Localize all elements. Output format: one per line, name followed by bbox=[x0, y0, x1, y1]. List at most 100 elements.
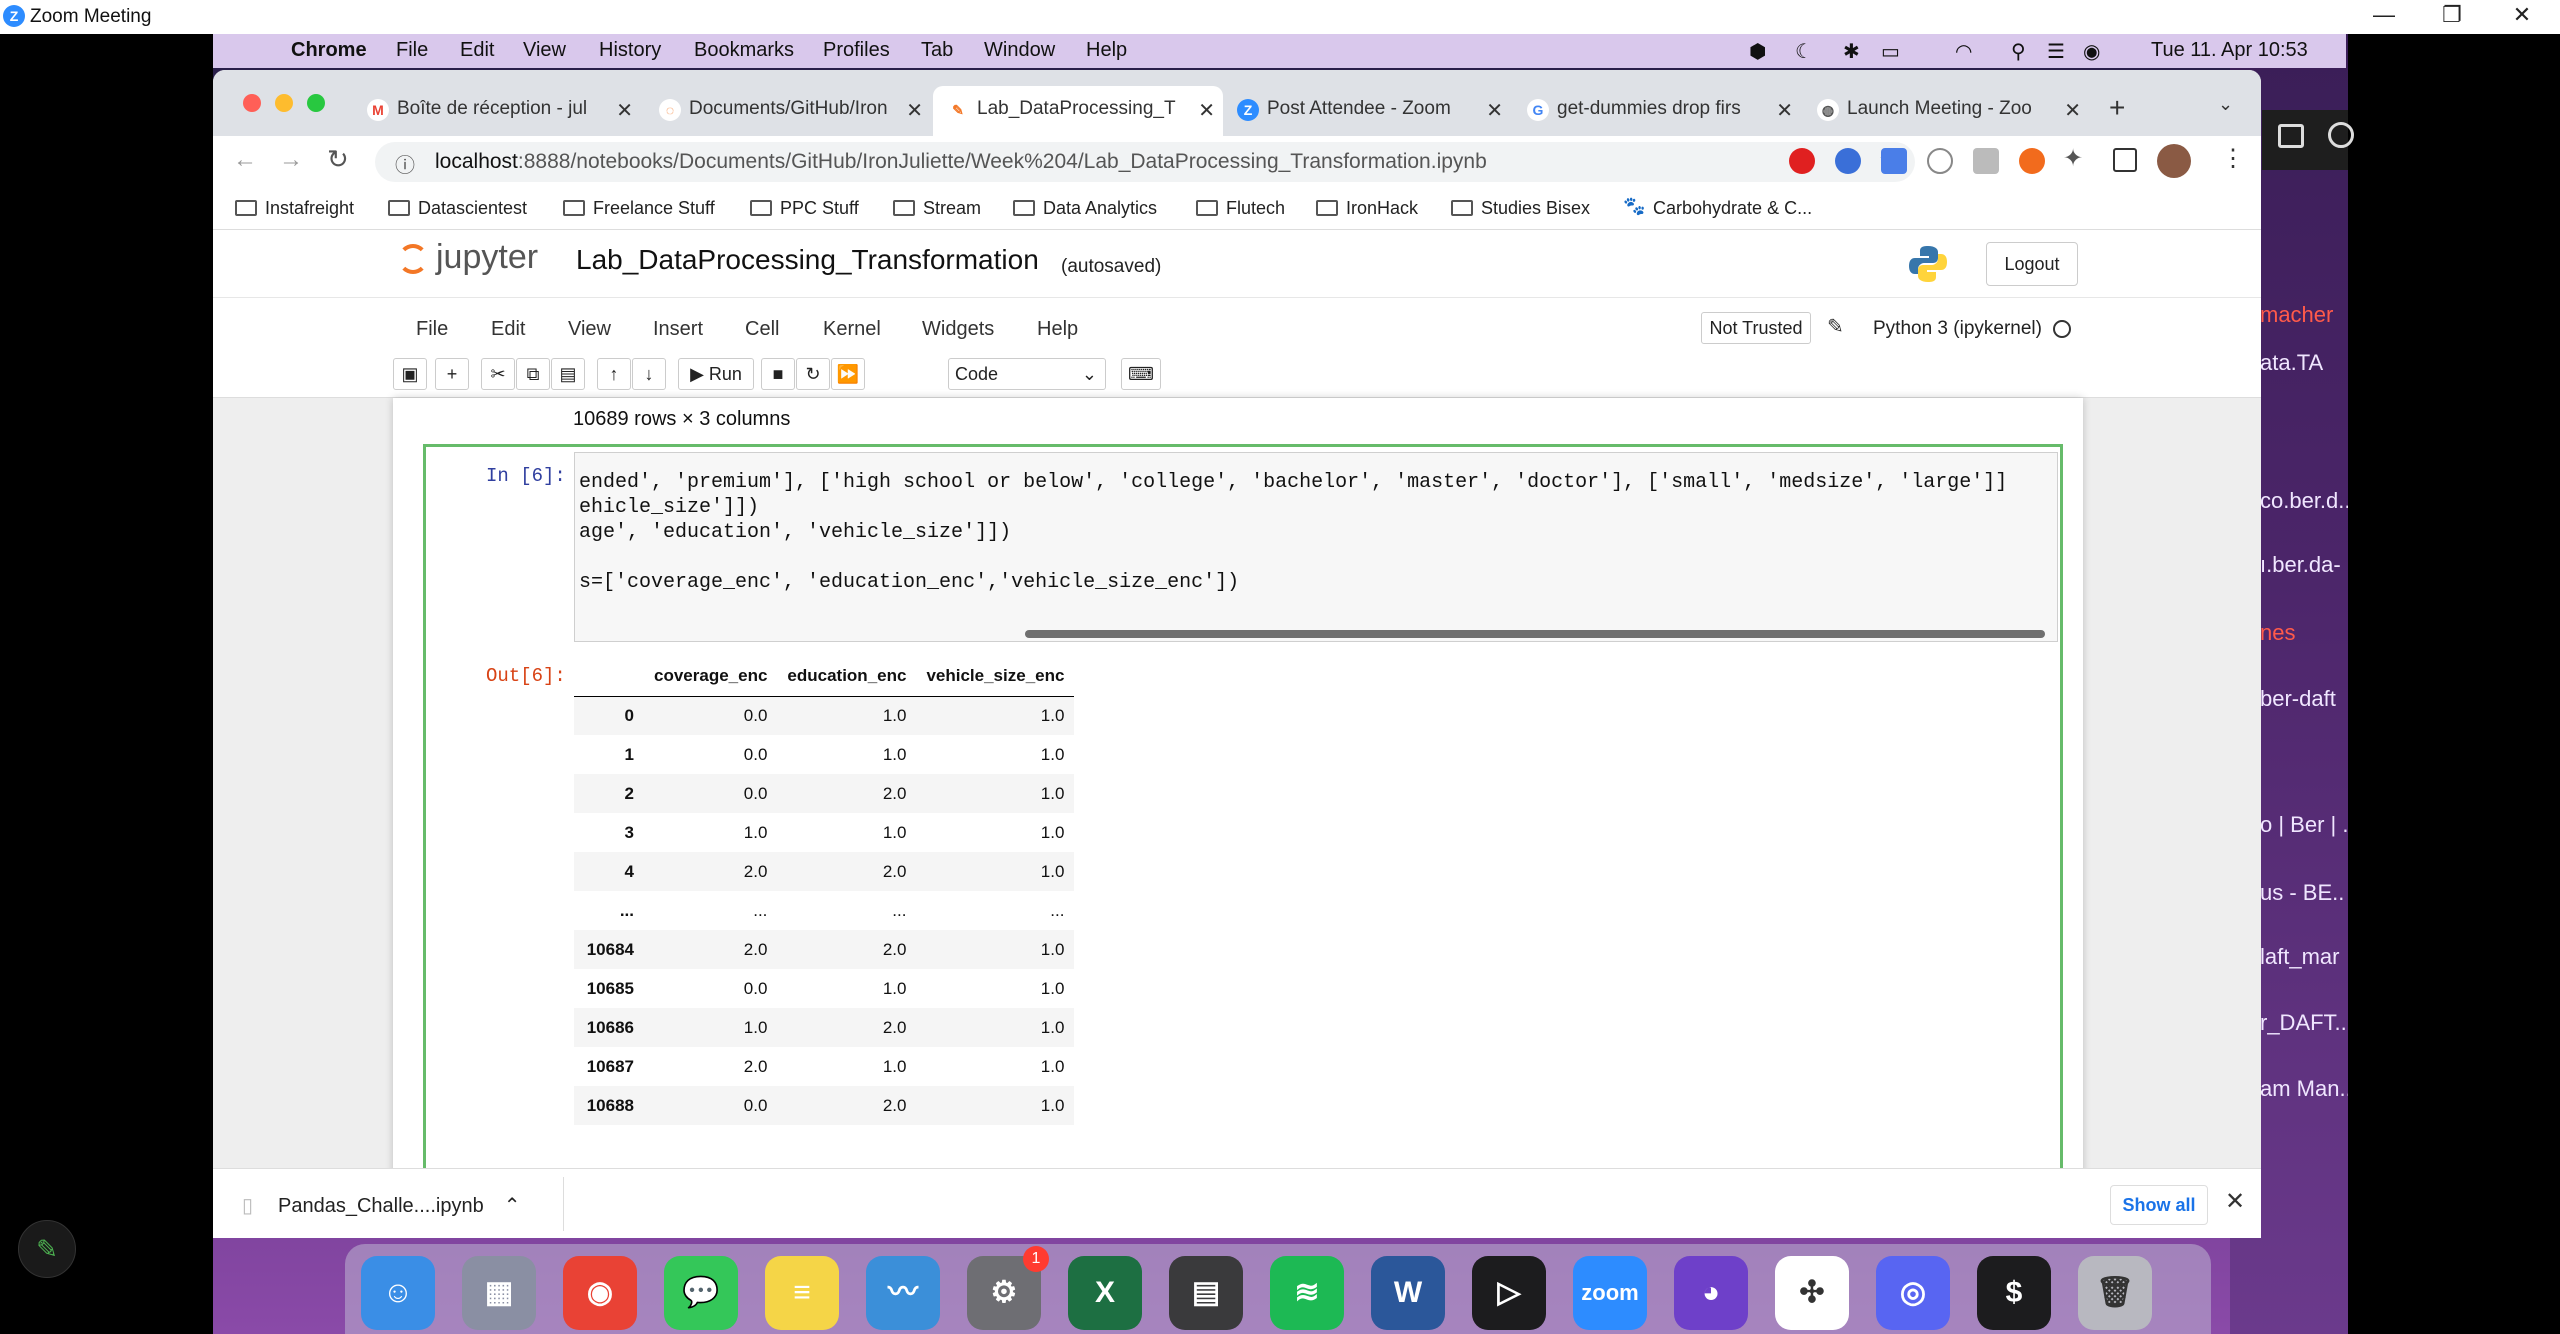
logout-button[interactable]: Logout bbox=[1986, 242, 2078, 286]
restore-window-button[interactable]: ❐ bbox=[2432, 2, 2472, 28]
desktop-file-label[interactable]: ı.ber.da- bbox=[2260, 552, 2348, 578]
desktop-file-label[interactable]: r_DAFT.. bbox=[2260, 1010, 2348, 1036]
menu-view[interactable]: View bbox=[523, 39, 566, 62]
bookmark-carbohydrate[interactable]: 🐾 Carbohydrate & C... bbox=[1623, 196, 1812, 219]
save-icon[interactable]: ▣ bbox=[393, 358, 427, 390]
moon-icon[interactable]: ☾ bbox=[1795, 39, 1813, 64]
bluetooth-icon[interactable]: ✱ bbox=[1843, 39, 1860, 64]
nb-menu-edit[interactable]: Edit bbox=[491, 318, 525, 341]
command-palette-icon[interactable]: ⌨ bbox=[1121, 358, 1161, 390]
new-tab-button[interactable]: + bbox=[2109, 92, 2125, 124]
desktop-file-label[interactable]: macher bbox=[2260, 302, 2348, 328]
more-menu-icon[interactable]: ⋮ bbox=[2221, 144, 2245, 173]
menu-help[interactable]: Help bbox=[1086, 39, 1127, 62]
menu-chrome[interactable]: Chrome bbox=[291, 39, 367, 62]
desktop-file-label[interactable]: am Man.. bbox=[2260, 1076, 2348, 1102]
restart-icon[interactable]: ↻ bbox=[796, 358, 830, 390]
menu-profiles[interactable]: Profiles bbox=[823, 39, 890, 62]
desktop-file-label[interactable]: co.ber.d.. bbox=[2260, 488, 2348, 514]
nb-menu-widgets[interactable]: Widgets bbox=[922, 318, 994, 341]
zoom-traffic-light[interactable] bbox=[307, 94, 325, 112]
d-extension-icon[interactable] bbox=[1927, 148, 1953, 174]
wifi-icon[interactable]: ◠ bbox=[1955, 39, 1972, 64]
control-center-icon[interactable]: ☰ bbox=[2047, 39, 2065, 64]
menu-edit[interactable]: Edit bbox=[460, 39, 494, 62]
minimize-traffic-light[interactable] bbox=[275, 94, 293, 112]
desktop-file-label[interactable]: ata.TA bbox=[2260, 350, 2348, 376]
messages-dock-icon[interactable]: 💬 bbox=[664, 1256, 738, 1330]
close-traffic-light[interactable] bbox=[243, 94, 261, 112]
bookmark-data-analytics[interactable]: Data Analytics bbox=[1013, 198, 1157, 219]
forward-icon[interactable]: → bbox=[279, 146, 303, 174]
nb-menu-kernel[interactable]: Kernel bbox=[823, 318, 881, 341]
code-cell[interactable]: In [6]: ended', 'premium'], ['high schoo… bbox=[423, 444, 2063, 1238]
bookmark-ppc[interactable]: PPC Stuff bbox=[750, 198, 859, 219]
desktop-file-label[interactable]: ber-daft bbox=[2260, 686, 2348, 712]
spotify-dock-icon[interactable]: ≋ bbox=[1270, 1256, 1344, 1330]
siri-icon[interactable]: ◉ bbox=[2083, 39, 2100, 64]
not-trusted-button[interactable]: Not Trusted bbox=[1701, 312, 1811, 344]
jupyter-logo[interactable]: jupyter bbox=[398, 238, 538, 277]
desktop-file-label[interactable]: us - BE.. bbox=[2260, 880, 2348, 906]
close-tab-icon[interactable]: ✕ bbox=[2064, 98, 2081, 123]
discord-dock-icon[interactable]: ◎ bbox=[1876, 1256, 1950, 1330]
eye-extension-icon[interactable] bbox=[1835, 148, 1861, 174]
search-icon[interactable]: ⚲ bbox=[2011, 39, 2026, 64]
bookmark-studies[interactable]: Studies Bisex bbox=[1451, 198, 1590, 219]
reload-icon[interactable]: ↻ bbox=[327, 144, 349, 175]
bookmark-instafreight[interactable]: Instafreight bbox=[235, 198, 354, 219]
menu-tab[interactable]: Tab bbox=[921, 39, 953, 62]
profile-avatar[interactable] bbox=[2157, 144, 2191, 178]
tab-zoom-attendee[interactable]: Z Post Attendee - Zoom ✕ bbox=[1223, 86, 1511, 136]
close-tab-icon[interactable]: ✕ bbox=[616, 98, 633, 123]
launchpad-dock-icon[interactable]: ▦ bbox=[462, 1256, 536, 1330]
side-panel-icon[interactable] bbox=[2113, 148, 2137, 172]
url-bar[interactable]: ⓘ localhost:8888/notebooks/Documents/Git… bbox=[375, 142, 1915, 182]
bookmark-ironhack[interactable]: IronHack bbox=[1316, 198, 1418, 219]
move-up-icon[interactable]: ↑ bbox=[597, 358, 631, 390]
extension-icon[interactable] bbox=[1881, 148, 1907, 174]
code-editor[interactable]: ended', 'premium'], ['high school or bel… bbox=[574, 452, 2058, 642]
cut-icon[interactable]: ✂ bbox=[481, 358, 515, 390]
minimize-window-button[interactable]: — bbox=[2364, 2, 2404, 28]
bookmark-flutech[interactable]: Flutech bbox=[1196, 198, 1285, 219]
nb-menu-view[interactable]: View bbox=[568, 318, 611, 341]
back-icon[interactable]: ← bbox=[233, 146, 257, 174]
slack-dock-icon[interactable]: ✣ bbox=[1775, 1256, 1849, 1330]
close-tab-icon[interactable]: ✕ bbox=[906, 98, 923, 123]
show-all-button[interactable]: Show all bbox=[2110, 1185, 2208, 1225]
copy-icon[interactable]: ⧉ bbox=[516, 358, 550, 390]
interrupt-icon[interactable]: ■ bbox=[761, 358, 795, 390]
battery-icon[interactable]: ▭ bbox=[1881, 39, 1900, 64]
restart-run-all-icon[interactable]: ⏩ bbox=[831, 358, 865, 390]
nb-menu-help[interactable]: Help bbox=[1037, 318, 1078, 341]
menu-file[interactable]: File bbox=[396, 39, 428, 62]
trash-dock-icon[interactable]: 🗑 bbox=[2078, 1256, 2152, 1330]
tab-search-icon[interactable]: ⌄ bbox=[2218, 94, 2233, 115]
close-tab-icon[interactable]: ✕ bbox=[1776, 98, 1793, 123]
mustache-app-dock-icon[interactable]: 〰 bbox=[866, 1256, 940, 1330]
nb-menu-file[interactable]: File bbox=[416, 318, 448, 341]
opera-extension-icon[interactable] bbox=[1789, 148, 1815, 174]
word-dock-icon[interactable]: W bbox=[1371, 1256, 1445, 1330]
cell-type-select[interactable]: Code ⌄ bbox=[948, 358, 1106, 390]
edit-pencil-icon[interactable]: ✎ bbox=[1827, 314, 1844, 339]
run-button[interactable]: ▶ Run bbox=[678, 358, 754, 390]
caption-extension-icon[interactable] bbox=[1973, 148, 1999, 174]
close-download-bar-icon[interactable]: ✕ bbox=[2225, 1187, 2245, 1216]
desktop-file-label[interactable]: laft_mar bbox=[2260, 944, 2348, 970]
annotate-pencil-button[interactable]: ✎ bbox=[18, 1220, 76, 1278]
desktop-file-label[interactable]: nes bbox=[2260, 620, 2348, 646]
finder-dock-icon[interactable]: ☺ bbox=[361, 1256, 435, 1330]
tab-github-docs[interactable]: ◌ Documents/GitHub/Iron ✕ bbox=[645, 86, 931, 136]
menu-history[interactable]: History bbox=[599, 39, 661, 62]
move-down-icon[interactable]: ↓ bbox=[632, 358, 666, 390]
tab-gmail[interactable]: M Boîte de réception - jul ✕ bbox=[353, 86, 641, 136]
notes-dock-icon[interactable]: ≡ bbox=[765, 1256, 839, 1330]
chevron-up-icon[interactable]: ⌃ bbox=[504, 1195, 521, 1217]
close-tab-icon[interactable]: ✕ bbox=[1486, 98, 1503, 123]
tab-lab-notebook[interactable]: ✎ Lab_DataProcessing_T ✕ bbox=[933, 86, 1223, 136]
calculator-dock-icon[interactable]: ▤ bbox=[1169, 1256, 1243, 1330]
side-panel-icon[interactable] bbox=[2278, 124, 2304, 148]
close-window-button[interactable]: ✕ bbox=[2502, 2, 2542, 28]
